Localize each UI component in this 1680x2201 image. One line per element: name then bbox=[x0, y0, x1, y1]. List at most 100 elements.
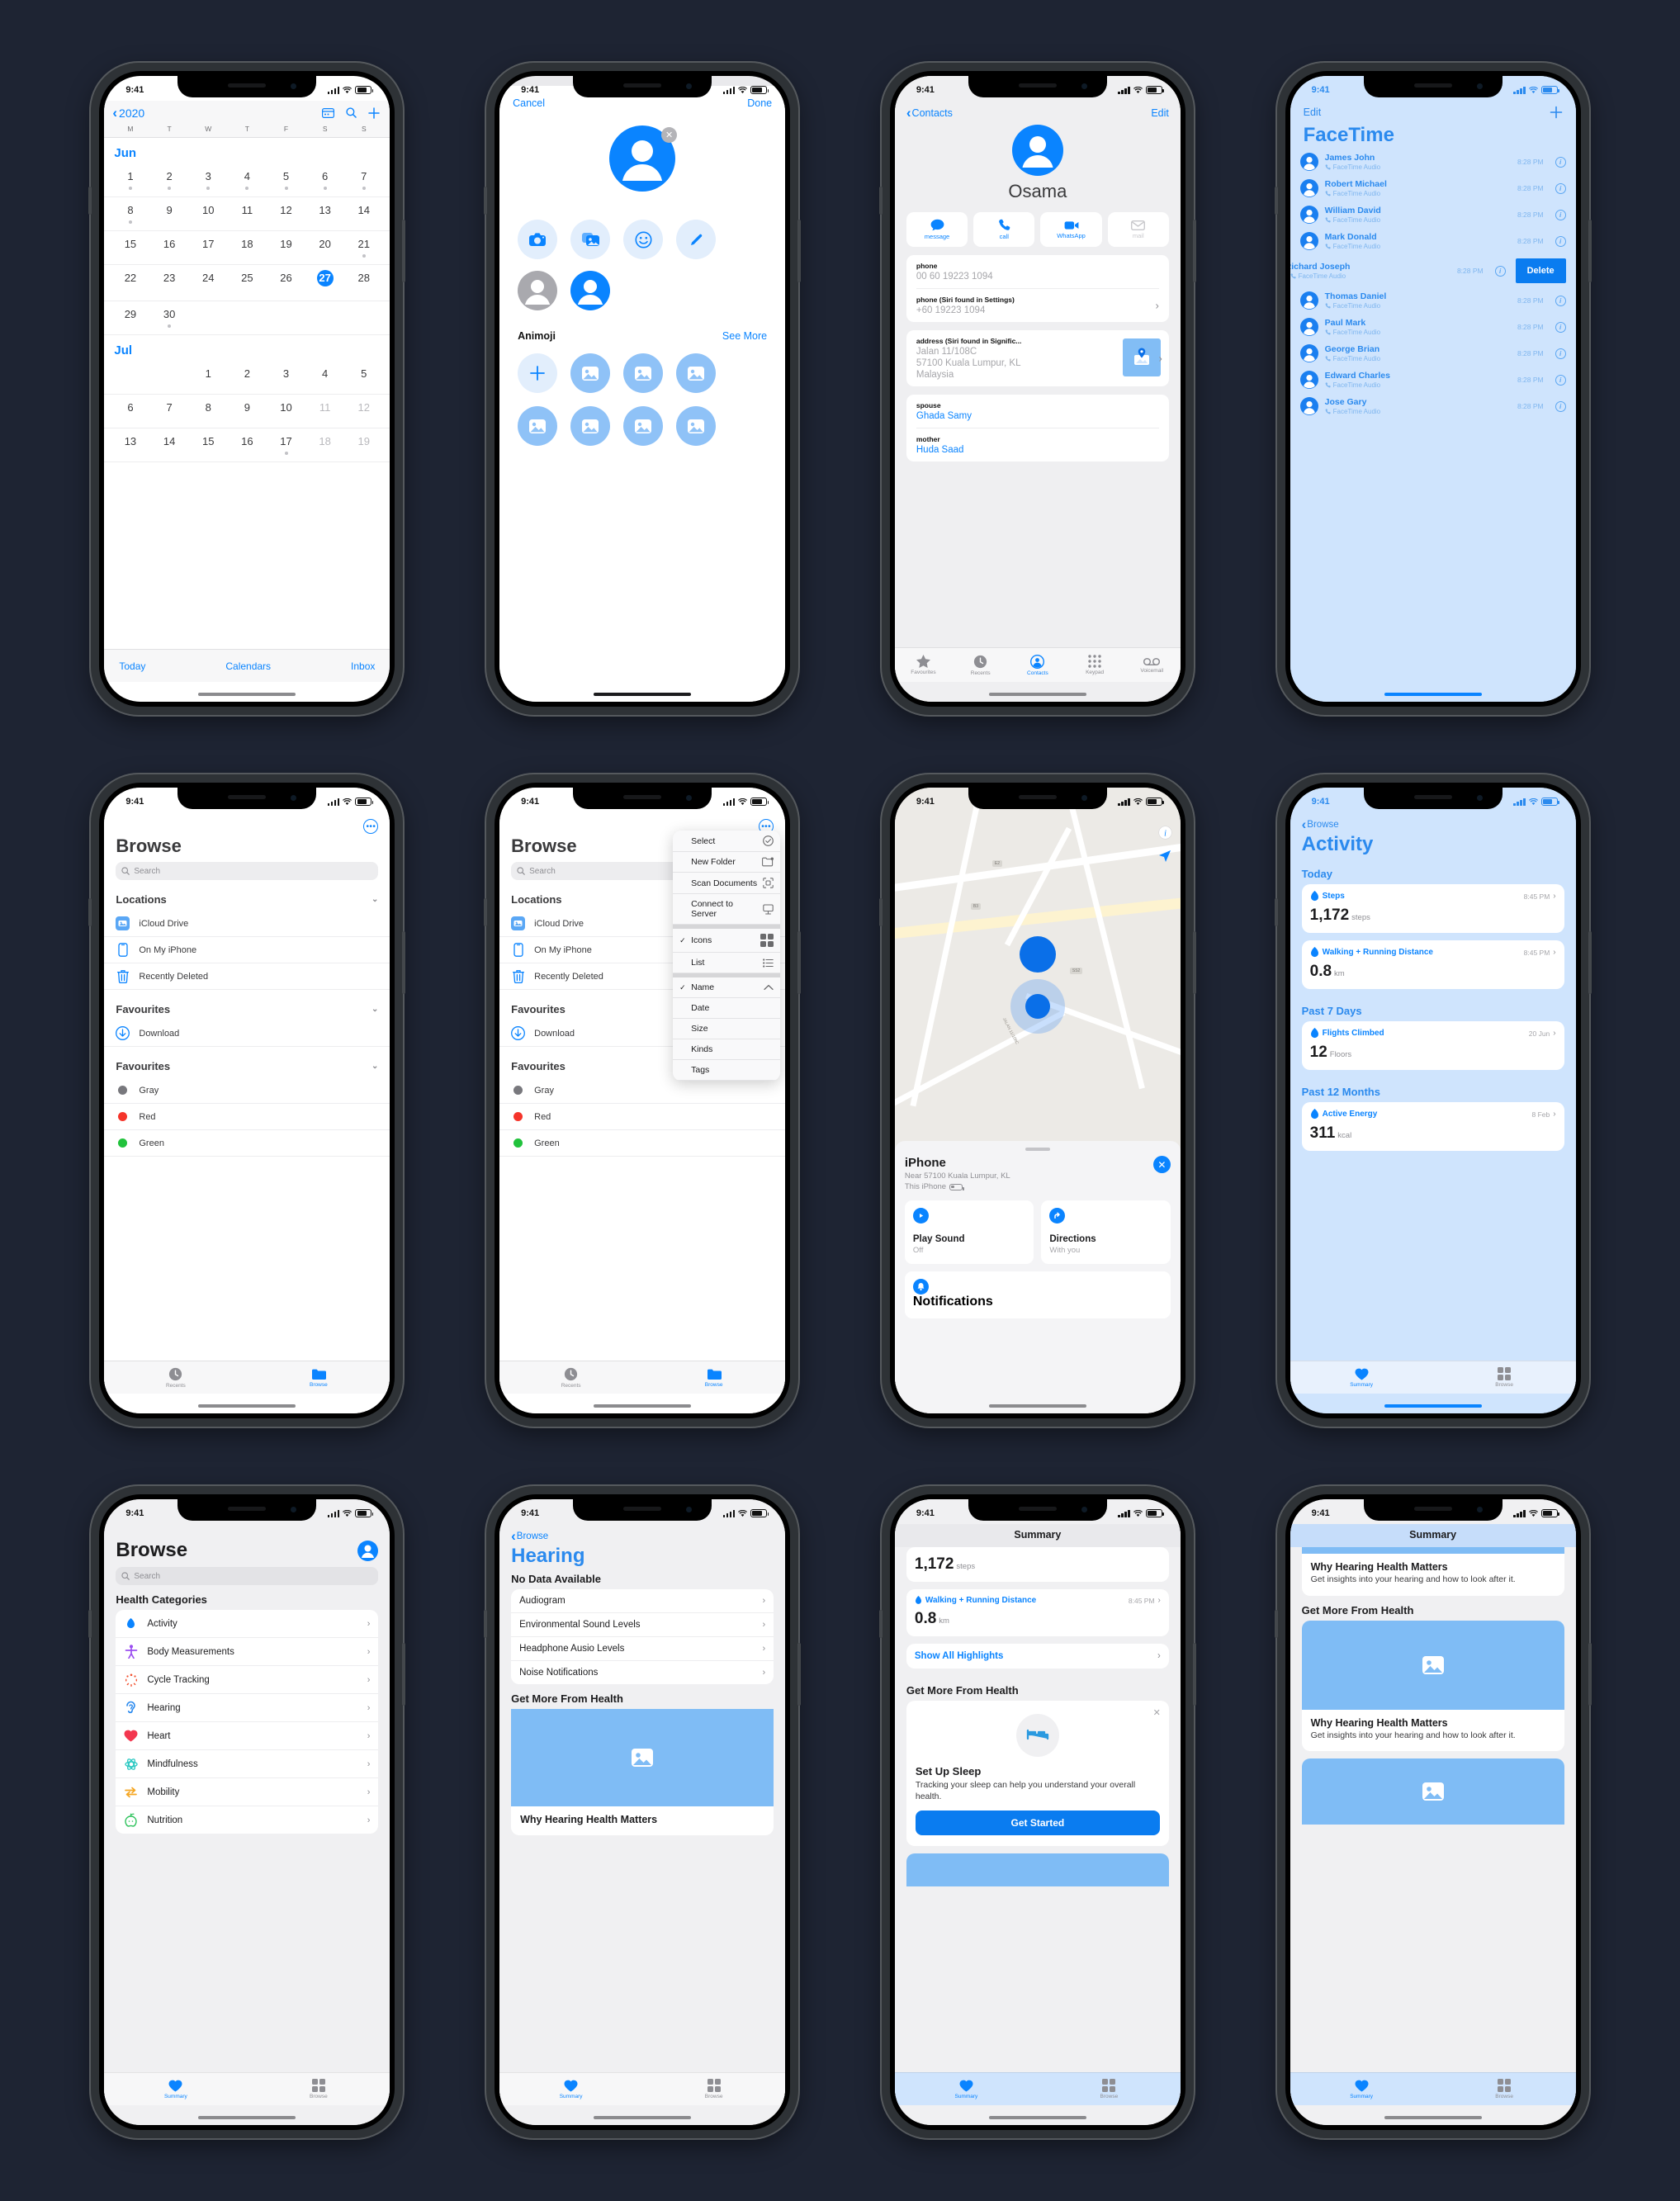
calendar-day-cell[interactable]: 30 bbox=[150, 308, 189, 328]
menu-item-select[interactable]: Select bbox=[673, 831, 781, 852]
chevron-down-icon[interactable]: ⌄ bbox=[371, 1005, 378, 1014]
facetime-call-row[interactable]: Edward Charles FaceTime Audio 8:28 PM i bbox=[1290, 367, 1576, 393]
calendar-day-cell[interactable]: 14 bbox=[344, 204, 383, 224]
distance-card[interactable]: Walking + Running Distance 8:45 PM › 0.8… bbox=[906, 1589, 1169, 1636]
facetime-call-row[interactable]: Robert Michael FaceTime Audio 8:28 PM i bbox=[1290, 175, 1576, 201]
files-section-header[interactable]: Favourites ⌄ bbox=[104, 990, 390, 1020]
files-list-item[interactable]: Gray bbox=[499, 1077, 786, 1104]
calendar-day-cell[interactable]: 17 bbox=[189, 238, 228, 258]
menu-item-name[interactable]: ✓ Name bbox=[673, 977, 781, 998]
facetime-call-row[interactable]: Mark Donald FaceTime Audio 8:28 PM i bbox=[1290, 228, 1576, 254]
locate-arrow-icon[interactable] bbox=[1158, 850, 1172, 863]
hearing-row[interactable]: Headphone Ausio Levels › bbox=[511, 1637, 774, 1661]
calendar-day-cell[interactable]: 10 bbox=[189, 204, 228, 224]
animoji-tile[interactable] bbox=[623, 353, 664, 393]
calendar-day-cell[interactable]: 8 bbox=[189, 401, 228, 421]
menu-item-size[interactable]: Size bbox=[673, 1019, 781, 1039]
edit-button[interactable]: Edit bbox=[1304, 106, 1322, 118]
tab-contacts[interactable]: Contacts bbox=[1009, 654, 1066, 676]
contact-action-mail[interactable]: mail bbox=[1107, 212, 1169, 247]
today-button[interactable]: Today bbox=[119, 660, 145, 672]
contact-address-card[interactable]: address (Siri found in Signific... Jalan… bbox=[906, 330, 1169, 386]
back-to-contacts-button[interactable]: ‹ Contacts bbox=[906, 106, 953, 120]
activity-metric-card[interactable]: Flights Climbed 20 Jun › 12 Floors bbox=[1301, 1021, 1564, 1070]
sheet-grabber[interactable] bbox=[1025, 1148, 1050, 1151]
calendars-button[interactable]: Calendars bbox=[225, 660, 271, 672]
info-circle-icon[interactable]: i bbox=[1555, 235, 1566, 247]
info-circle-icon[interactable]: i bbox=[1555, 321, 1566, 333]
tab-summary[interactable]: Summary bbox=[104, 2080, 247, 2099]
tab-browse[interactable]: Browse bbox=[247, 1368, 390, 1388]
menu-item-kinds[interactable]: Kinds bbox=[673, 1039, 781, 1060]
calendar-day-cell[interactable]: 9 bbox=[150, 204, 189, 224]
contact-relation[interactable]: mother Huda Saad bbox=[916, 428, 1159, 462]
info-circle-icon[interactable]: i bbox=[1555, 209, 1566, 220]
map-thumbnail-icon[interactable] bbox=[1122, 338, 1161, 376]
tab-recents[interactable]: Recents bbox=[499, 1367, 642, 1389]
calendar-day-cell[interactable]: 10 bbox=[267, 401, 305, 421]
calendar-day-cell[interactable]: 16 bbox=[228, 435, 267, 455]
calendar-day-cell[interactable]: 19 bbox=[344, 435, 383, 455]
animoji-tile[interactable] bbox=[570, 353, 611, 393]
calendar-body[interactable]: Jun 1 2 3 4 5 6 7 8 9 10 11 12 13 14 15 16 17 18 19 20 21 22 23… bbox=[104, 138, 390, 462]
facetime-call-row[interactable]: George Brian FaceTime Audio 8:28 PM i bbox=[1290, 340, 1576, 367]
profile-avatar-icon[interactable] bbox=[357, 1540, 379, 1561]
tab-browse[interactable]: Browse bbox=[247, 2079, 390, 2099]
facetime-call-row[interactable]: William David FaceTime Audio 8:28 PM i bbox=[1290, 201, 1576, 228]
hearing-promo-card-top[interactable]: Why Hearing Health Matters Get insights … bbox=[1301, 1547, 1564, 1596]
info-circle-icon[interactable]: i bbox=[1555, 348, 1566, 359]
info-circle-icon[interactable]: i bbox=[1555, 156, 1566, 168]
activity-metric-card[interactable]: Active Energy 8 Feb › 311 kcal bbox=[1301, 1102, 1564, 1151]
files-list-item[interactable]: Download bbox=[104, 1020, 390, 1047]
pencil-icon[interactable] bbox=[676, 220, 717, 259]
tab-summary[interactable]: Summary bbox=[499, 2080, 642, 2099]
tab-browse[interactable]: Browse bbox=[642, 2079, 785, 2099]
get-started-button[interactable]: Get Started bbox=[915, 1810, 1160, 1836]
contact-field[interactable]: phone 00 60 19223 1094 bbox=[916, 255, 1159, 289]
plus-icon[interactable] bbox=[368, 106, 381, 119]
avatar-preview[interactable]: ✕ bbox=[609, 125, 678, 192]
calendar-day-cell[interactable]: 25 bbox=[228, 272, 267, 294]
facetime-call-row[interactable]: Richard Joseph FaceTime Audio 8:28 PM i Dele… bbox=[1290, 254, 1576, 287]
back-to-browse-button[interactable]: ‹ Browse bbox=[1290, 812, 1576, 831]
calendar-day-cell[interactable]: 3 bbox=[189, 170, 228, 190]
contact-action-whatsapp[interactable]: WhatsApp bbox=[1040, 212, 1102, 247]
calendar-day-cell[interactable]: 28 bbox=[344, 272, 383, 294]
calendar-day-cell[interactable]: 12 bbox=[344, 401, 383, 421]
calendar-day-cell[interactable]: 24 bbox=[189, 272, 228, 294]
tab-recents[interactable]: Recents bbox=[952, 655, 1009, 676]
hearing-row[interactable]: Environmental Sound Levels › bbox=[511, 1613, 774, 1637]
show-all-highlights-button[interactable]: Show All Highlights › bbox=[906, 1644, 1169, 1668]
menu-item-tags[interactable]: Tags bbox=[673, 1060, 781, 1081]
info-circle-icon[interactable]: i bbox=[1555, 374, 1566, 386]
calendar-day-cell[interactable]: 29 bbox=[111, 308, 149, 328]
facetime-call-row[interactable]: Jose Gary FaceTime Audio 8:28 PM i bbox=[1290, 393, 1576, 419]
calendar-day-cell[interactable]: 14 bbox=[150, 435, 189, 455]
calendar-day-cell[interactable]: 1 bbox=[189, 367, 228, 387]
tab-browse[interactable]: Browse bbox=[1038, 2079, 1181, 2099]
calendar-day-cell[interactable]: 11 bbox=[228, 204, 267, 224]
files-list-item[interactable]: Green bbox=[499, 1130, 786, 1157]
hearing-row[interactable]: Audiogram › bbox=[511, 1589, 774, 1613]
calendar-day-cell[interactable]: 12 bbox=[267, 204, 305, 224]
calendar-day-cell[interactable]: 13 bbox=[305, 204, 344, 224]
calendar-day-cell[interactable]: 18 bbox=[305, 435, 344, 455]
avatar[interactable] bbox=[1011, 125, 1063, 176]
calendar-day-cell[interactable]: 22 bbox=[111, 272, 149, 294]
user-marker[interactable] bbox=[1025, 994, 1050, 1019]
calendar-day-cell[interactable]: 23 bbox=[150, 272, 189, 294]
activity-metric-card[interactable]: Walking + Running Distance 8:45 PM › 0.8 km bbox=[1301, 940, 1564, 989]
info-circle-icon[interactable]: i bbox=[1555, 182, 1566, 194]
hearing-promo-card-next[interactable] bbox=[1301, 1758, 1564, 1825]
health-category-row[interactable]: Heart › bbox=[116, 1722, 379, 1750]
menu-item-connect-to-server[interactable]: Connect to Server bbox=[673, 894, 781, 925]
calendar-day-cell[interactable]: 11 bbox=[305, 401, 344, 421]
search-icon[interactable] bbox=[346, 107, 357, 118]
health-category-row[interactable]: Mindfulness › bbox=[116, 1750, 379, 1778]
context-menu[interactable]: Select New Folder Scan Documents Connect to… bbox=[673, 831, 781, 1081]
contact-action-message[interactable]: message bbox=[906, 212, 968, 247]
photos-icon[interactable] bbox=[570, 220, 611, 259]
device-marker[interactable] bbox=[1019, 936, 1056, 973]
animoji-tile[interactable] bbox=[676, 353, 717, 393]
tab-summary[interactable]: Summary bbox=[1290, 1368, 1433, 1388]
